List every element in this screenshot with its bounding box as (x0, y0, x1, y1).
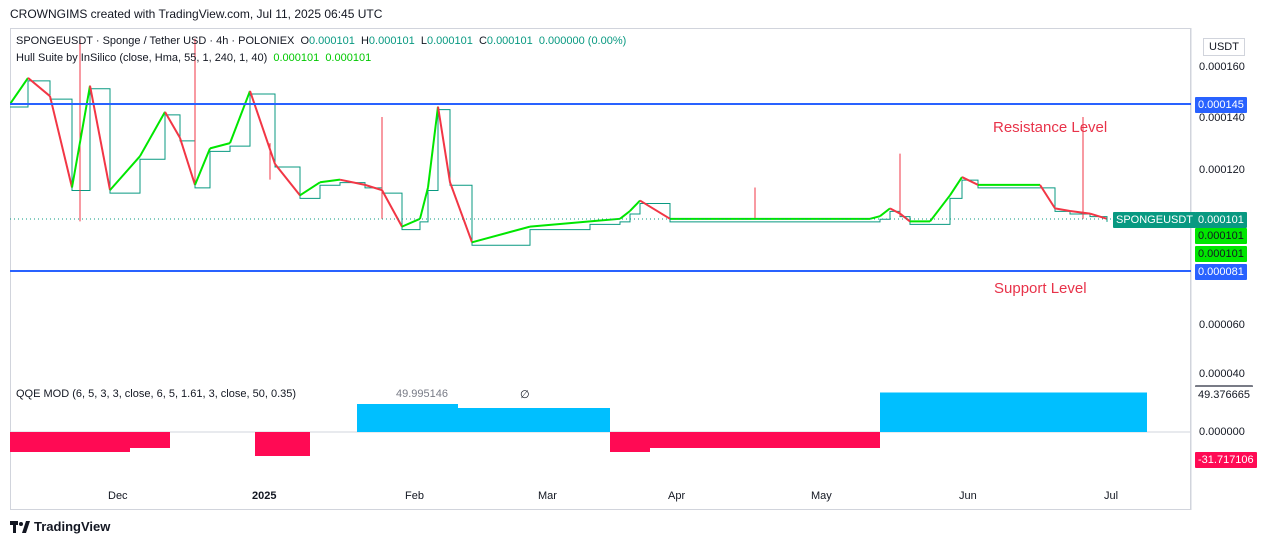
price-step-line (10, 80, 1108, 246)
qqe-label: QQE MOD (6, 5, 3, 3, close, 6, 5, 1.61, … (16, 388, 297, 400)
qqe-bar (650, 432, 770, 448)
qqe-legend[interactable]: QQE MOD (6, 5, 3, 3, close, 6, 5, 1.61, … (16, 388, 299, 400)
close-label: C (478, 35, 487, 47)
hull-segment (961, 176, 979, 186)
qqe-null-icon: ∅ (520, 389, 530, 401)
hull-segment (164, 111, 181, 139)
hull-segment (109, 155, 141, 191)
high-value: 0.000101 (368, 35, 415, 47)
price-pane[interactable] (10, 28, 1191, 378)
hull-segment (419, 187, 429, 220)
support-price-tag: 0.000081 (1195, 264, 1247, 280)
support-annotation: Support Level (994, 280, 1087, 297)
symbol-name-tag: SPONGEUSDT (1113, 212, 1197, 228)
price-tick: 0.000120 (1199, 164, 1245, 176)
open-value: 0.000101 (309, 35, 355, 47)
resistance-annotation: Resistance Level (993, 119, 1108, 136)
osc-tick: 0.000000 (1199, 426, 1245, 438)
hull-segment (89, 85, 111, 191)
qqe-bar (357, 404, 458, 432)
hull-segment (319, 178, 341, 184)
time-label: Jun (959, 490, 977, 502)
hull-segment (427, 106, 439, 188)
time-label: May (811, 490, 832, 502)
tradingview-logo[interactable]: TradingView (10, 519, 110, 534)
qqe-legend-value: 49.995146 (396, 388, 448, 400)
hull-segment (209, 142, 231, 150)
hull-segment (139, 111, 166, 157)
hull-segment (1039, 184, 1056, 209)
chart-credit: CROWNGIMS created with TradingView.com, … (10, 7, 383, 21)
qqe-bar (10, 432, 130, 452)
hull-segment (229, 90, 251, 144)
hull-value-2: 0.000101 (325, 52, 372, 64)
price-tick: 0.000140 (1199, 112, 1245, 124)
hull-segment (1054, 207, 1071, 212)
hull-price-tag-2: 0.000101 (1195, 246, 1247, 262)
high-label: H (360, 35, 369, 47)
time-label: Apr (668, 490, 686, 502)
time-label: 2025 (252, 490, 277, 502)
hull-segment (194, 147, 211, 186)
hull-segment (899, 212, 911, 223)
change-value: 0.000000 (0.00%) (538, 35, 627, 47)
price-tick: 0.000040 (1199, 368, 1245, 378)
hull-segment (879, 207, 891, 217)
hull-segment (249, 90, 276, 165)
hull-segment (10, 77, 29, 105)
hull-segment (449, 181, 473, 243)
hull-legend[interactable]: Hull Suite by InSilico (close, Hma, 55, … (16, 52, 374, 64)
hull-segment (619, 210, 631, 220)
resistance-price-tag: 0.000145 (1195, 97, 1247, 113)
qqe-bar (770, 432, 880, 448)
hull-segment (471, 225, 531, 244)
qqe-bar (610, 432, 650, 452)
symbol-legend[interactable]: SPONGEUSDT · Sponge / Tether USD · 4h · … (16, 35, 629, 47)
time-label: Mar (538, 490, 557, 502)
time-label: Jul (1104, 490, 1119, 502)
hull-segment (437, 106, 451, 183)
last-price-tag: 0.000101 (1195, 212, 1247, 228)
hull-segment (274, 163, 301, 196)
qqe-negative-tag: -31.717106 (1195, 452, 1257, 468)
qqe-bar (130, 432, 170, 448)
hull-segment (401, 217, 421, 228)
price-tick: 0.000160 (1199, 61, 1245, 73)
qqe-bar (255, 432, 310, 456)
open-label: O (300, 35, 309, 47)
time-label: Feb (405, 490, 424, 502)
hull-segment (949, 176, 963, 196)
qqe-positive-tag: 49.376665 (1195, 385, 1253, 403)
hull-label: Hull Suite by InSilico (close, Hma, 55, … (16, 52, 268, 64)
tradingview-brand-text: TradingView (34, 519, 111, 534)
hull-segment (299, 181, 321, 197)
qqe-bar (458, 408, 610, 432)
hull-segment (869, 215, 881, 220)
hull-price-tag-1: 0.000101 (1195, 228, 1247, 244)
price-tick: 0.000060 (1199, 319, 1245, 331)
symbol-title: SPONGEUSDT · Sponge / Tether USD · 4h · … (16, 35, 295, 47)
hull-segment (629, 199, 641, 212)
currency-label[interactable]: USDT (1203, 38, 1245, 56)
hull-segment (1069, 209, 1091, 215)
tradingview-logo-icon (10, 520, 30, 533)
low-value: 0.000101 (426, 35, 473, 47)
hull-segment (71, 85, 91, 188)
qqe-bar (880, 392, 1147, 432)
hull-segment (381, 189, 403, 228)
close-value: 0.000101 (486, 35, 533, 47)
hull-segment (49, 95, 73, 188)
hull-segment (529, 220, 591, 228)
time-label: Dec (108, 490, 128, 502)
hull-segment (179, 137, 196, 186)
hull-segment (929, 194, 951, 223)
hull-value-1: 0.000101 (273, 52, 320, 64)
